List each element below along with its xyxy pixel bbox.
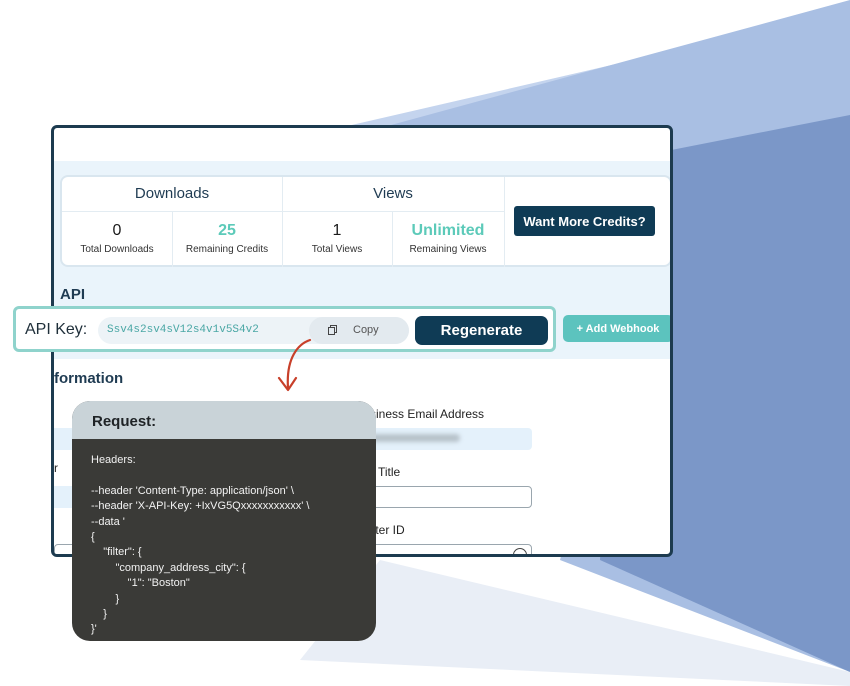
- chevron-down-icon: ⌄: [513, 548, 527, 554]
- divider: [504, 177, 505, 267]
- job-title-label: Title: [378, 465, 401, 479]
- stat-value: 0: [112, 222, 122, 239]
- information-section-title: formation: [54, 370, 124, 387]
- want-more-credits-button[interactable]: Want More Credits?: [514, 206, 655, 236]
- stat-remaining-views: Unlimited Remaining Views: [392, 211, 504, 267]
- job-title-field[interactable]: [360, 486, 532, 508]
- copy-icon: [328, 325, 337, 335]
- arrow-icon: [277, 338, 312, 392]
- stat-value: 25: [218, 222, 236, 239]
- request-title: Request:: [92, 413, 157, 430]
- api-key-label: API Key:: [25, 321, 88, 338]
- regenerate-button[interactable]: Regenerate: [415, 316, 548, 345]
- api-key-value: Ssv4s2sv4sV12s4v1v5S4v2: [107, 324, 259, 336]
- stat-value: 1: [332, 222, 342, 239]
- copy-label: Copy: [353, 324, 379, 336]
- blurred-email: [368, 434, 460, 442]
- business-email-field[interactable]: [360, 428, 532, 450]
- stat-remaining-credits: 25 Remaining Credits: [172, 211, 283, 267]
- stat-label: Total Views: [311, 244, 363, 255]
- request-card: Request: Headers: --header 'Content-Type…: [72, 401, 376, 641]
- api-key-field[interactable]: Ssv4s2sv4sV12s4v1v5S4v2 Copy: [98, 317, 409, 344]
- stat-value: Unlimited: [411, 222, 485, 239]
- add-webhook-button[interactable]: + Add Webhook: [563, 315, 670, 342]
- api-section-title: API: [60, 286, 86, 303]
- field-label: r: [54, 461, 58, 475]
- stat-label: Remaining Credits: [185, 244, 269, 255]
- stat-label: Remaining Views: [409, 244, 487, 255]
- twitter-id-label: tter ID: [372, 523, 405, 537]
- stat-total-downloads: 0 Total Downloads: [62, 211, 173, 267]
- twitter-id-field[interactable]: ⌄: [360, 544, 532, 554]
- request-header: Request:: [72, 401, 376, 439]
- business-email-label: siness Email Address: [370, 407, 485, 421]
- views-header: Views: [282, 177, 504, 212]
- stat-label: Total Downloads: [80, 244, 154, 255]
- stat-total-views: 1 Total Views: [282, 211, 393, 267]
- downloads-header: Downloads: [62, 177, 282, 212]
- request-code: Headers: --header 'Content-Type: applica…: [91, 454, 310, 636]
